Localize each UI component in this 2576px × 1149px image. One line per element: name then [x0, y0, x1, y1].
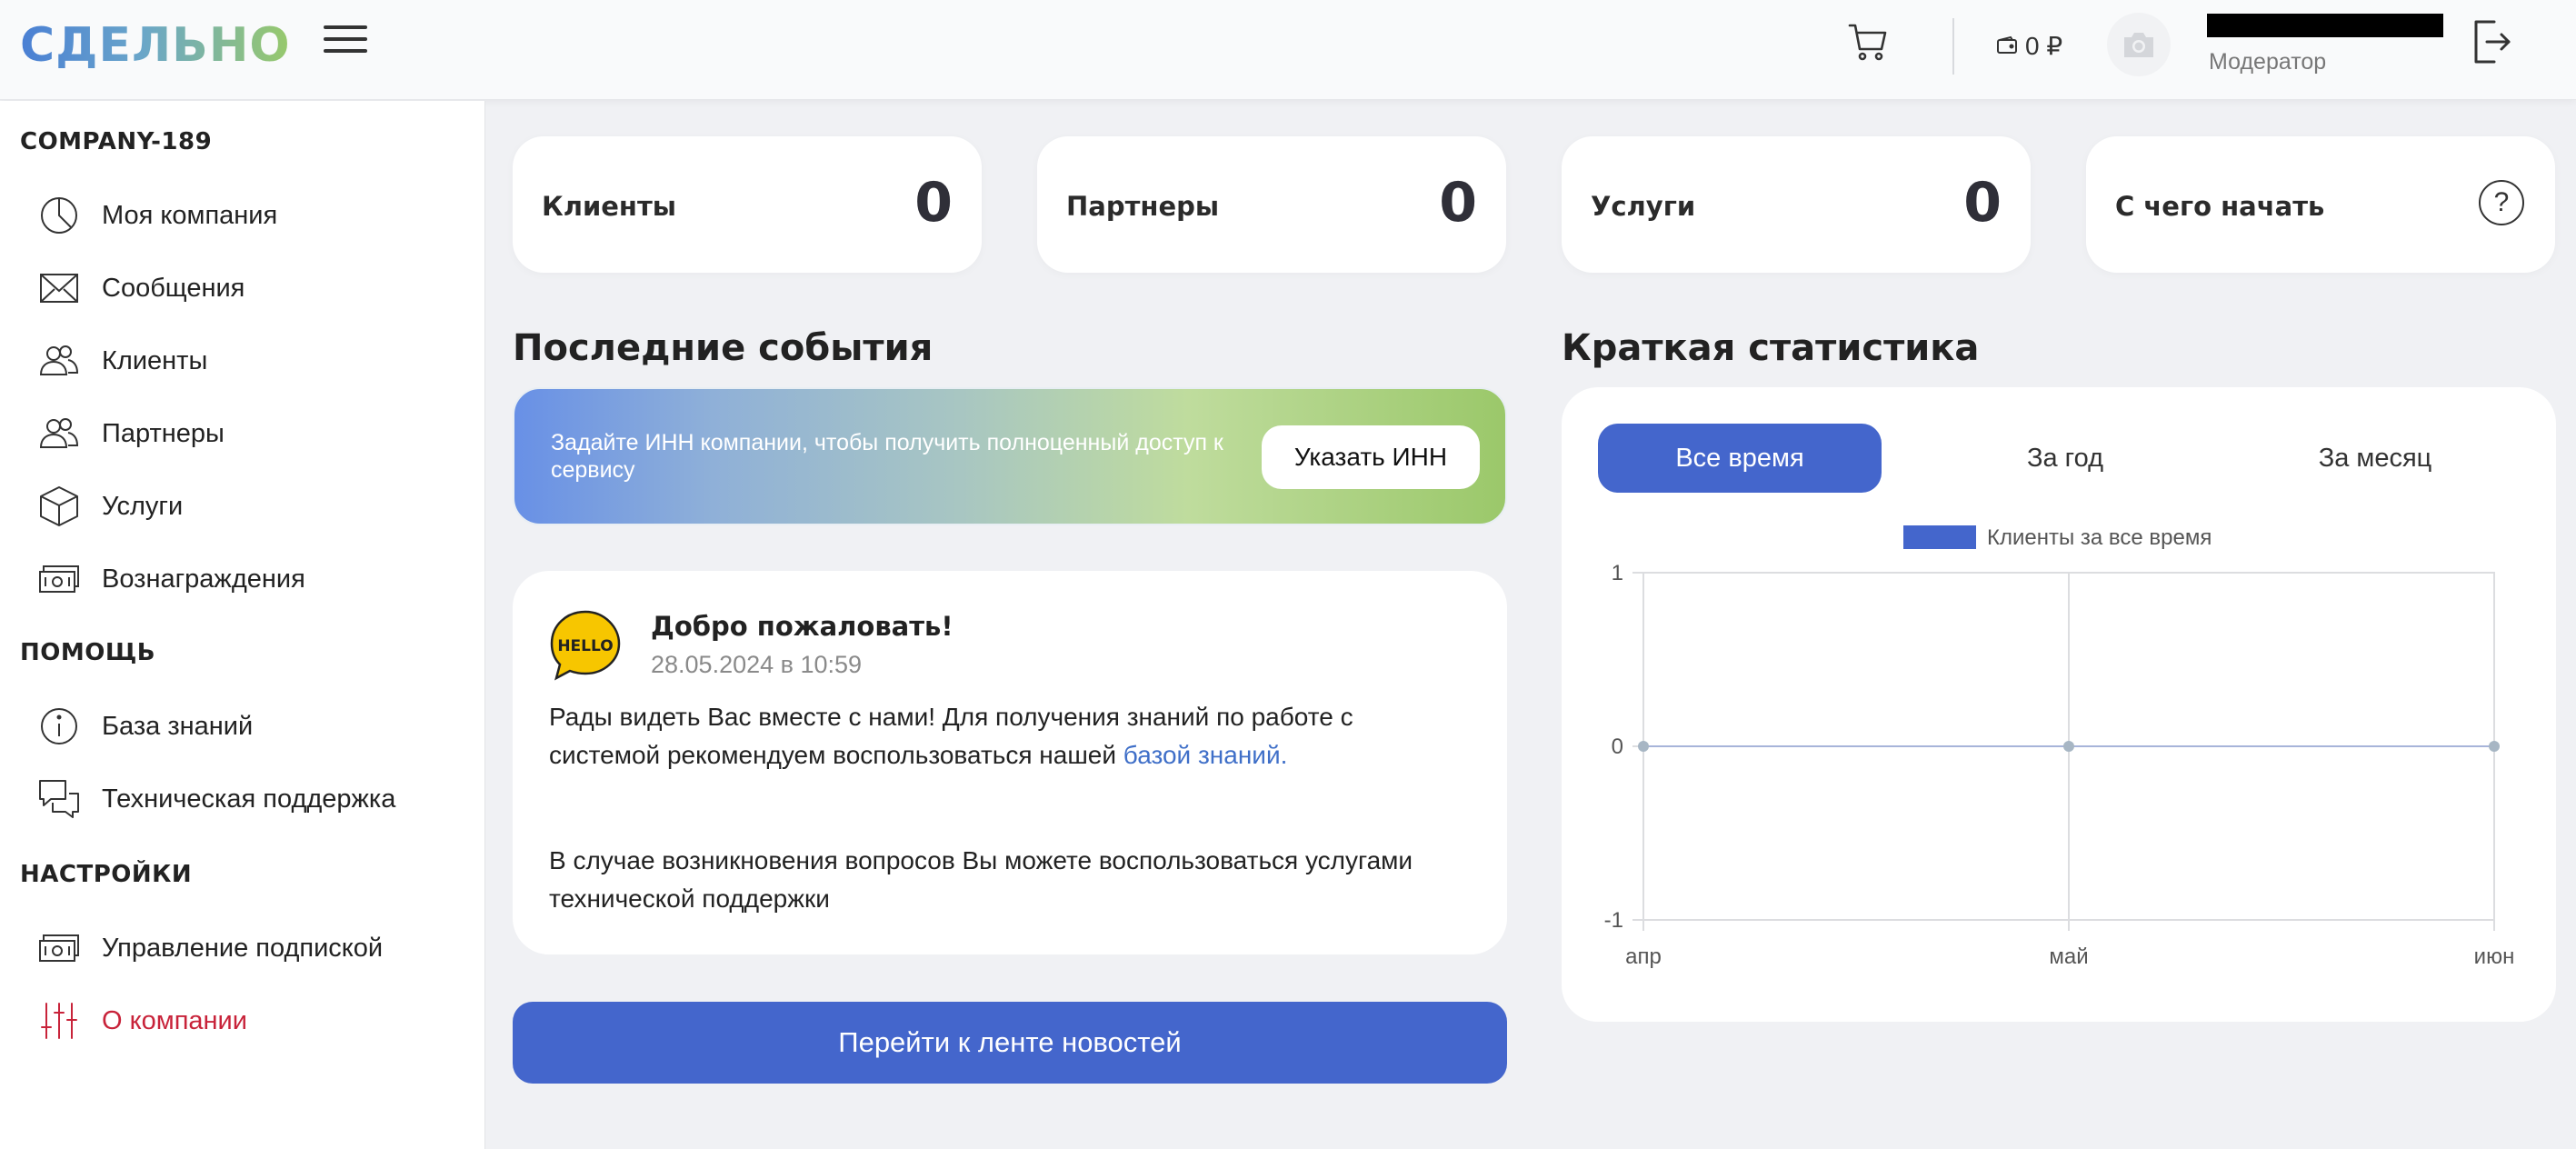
knowledge-base-link[interactable]: базой знаний.	[1123, 741, 1288, 769]
x-tick-label: апр	[1625, 944, 1662, 969]
users-icon	[36, 339, 82, 383]
sidebar-item-label: Партнеры	[102, 418, 225, 448]
camera-icon	[2124, 33, 2153, 57]
sidebar-item-label: Управление подпиской	[102, 933, 384, 963]
svg-text:HELLO: HELLO	[557, 637, 613, 655]
tab-month[interactable]: За месяц	[2231, 424, 2520, 493]
stat-card-services[interactable]: Услуги 0	[1562, 136, 2031, 273]
logo[interactable]: СДЕЛЬНО	[20, 18, 291, 73]
cart-icon[interactable]	[1847, 20, 1891, 64]
stat-label: С чего начать	[2115, 191, 2325, 222]
box-icon	[36, 485, 82, 528]
y-tick-label: -1	[1604, 908, 1623, 933]
clients-chart: 1 0 -1апр май июн Клиенты за все время	[1604, 525, 2515, 969]
sidebar-item-knowledge-base[interactable]: База знаний	[36, 701, 464, 752]
welcome-paragraph: Рады видеть Вас вместе с нами! Для получ…	[549, 698, 1458, 774]
sliders-icon	[36, 999, 82, 1043]
welcome-date: 28.05.2024 в 10:59	[651, 651, 863, 678]
stat-card-partners[interactable]: Партнеры 0	[1037, 136, 1506, 273]
x-tick-label: май	[2049, 944, 2088, 969]
logout-icon[interactable]	[2471, 18, 2512, 65]
chat-icon	[36, 777, 82, 821]
users-icon	[36, 412, 82, 455]
sidebar-item-about-company[interactable]: О компании	[36, 995, 464, 1046]
stat-value: 0	[1963, 171, 2002, 235]
balance-value: 0 ₽	[2025, 31, 2063, 60]
hello-icon: HELLO	[549, 609, 622, 682]
y-tick-label: 1	[1612, 561, 1623, 585]
info-icon	[36, 704, 82, 748]
balance[interactable]: 0 ₽	[1996, 27, 2062, 64]
menu-toggle-icon[interactable]	[324, 25, 367, 58]
banknote-icon	[36, 557, 82, 601]
legend-swatch	[1903, 525, 1976, 549]
user-name-redacted	[2207, 14, 2443, 37]
stat-label: Услуги	[1591, 191, 1696, 222]
sidebar-item-my-company[interactable]: Моя компания	[36, 190, 464, 241]
statistics-title: Краткая статистика	[1562, 327, 1980, 369]
sidebar-settings-title: НАСТРОЙКИ	[20, 861, 193, 888]
logo-text: СДЕЛЬНО	[20, 18, 291, 73]
pie-chart-icon	[36, 194, 82, 237]
sidebar-item-label: Техническая поддержка	[102, 784, 396, 814]
data-point	[1638, 741, 1649, 752]
sidebar-item-messages[interactable]: Сообщения	[36, 263, 464, 314]
sidebar-item-partners[interactable]: Партнеры	[36, 408, 464, 459]
sidebar-item-label: О компании	[102, 1005, 247, 1035]
stat-value: 0	[914, 171, 953, 235]
y-tick-label: 0	[1612, 734, 1623, 759]
sidebar-item-label: База знаний	[102, 711, 254, 741]
stat-card-getting-started[interactable]: С чего начать ?	[2086, 136, 2555, 273]
sidebar-item-label: Услуги	[102, 491, 184, 521]
stat-label: Клиенты	[542, 191, 677, 222]
sidebar-item-subscription[interactable]: Управление подпиской	[36, 923, 464, 974]
stat-value: 0	[1439, 171, 1477, 235]
sidebar-item-tech-support[interactable]: Техническая поддержка	[36, 774, 464, 824]
welcome-event-card: HELLO Добро пожаловать! 28.05.2024 в 10:…	[513, 571, 1507, 954]
sidebar-help-title: ПОМОЩЬ	[20, 639, 156, 666]
avatar[interactable]	[2107, 13, 2171, 76]
tab-year[interactable]: За год	[1911, 424, 2220, 493]
question-icon[interactable]: ?	[2479, 180, 2524, 225]
header-divider	[1952, 18, 1954, 75]
support-paragraph: В случае возникновения вопросов Вы может…	[549, 846, 1413, 913]
data-point	[2489, 741, 2500, 752]
legend-label: Клиенты за все время	[1987, 525, 2212, 550]
wallet-icon	[1997, 35, 2017, 54]
sidebar-item-label: Сообщения	[102, 273, 245, 303]
tab-all-time[interactable]: Все время	[1598, 424, 1882, 493]
news-feed-button[interactable]: Перейти к ленте новостей	[513, 1002, 1507, 1084]
stat-card-clients[interactable]: Клиенты 0	[513, 136, 982, 273]
sidebar-item-label: Клиенты	[102, 345, 208, 375]
sidebar-item-clients[interactable]: Клиенты	[36, 335, 464, 386]
x-tick-label: июн	[2474, 944, 2515, 969]
welcome-title: Добро пожаловать!	[651, 611, 954, 642]
sidebar: COMPANY-189 Моя компания Сообщения Клиен…	[0, 101, 485, 1149]
data-point	[2063, 741, 2074, 752]
envelope-icon	[36, 266, 82, 310]
inn-banner-text: Задайте ИНН компании, чтобы получить пол…	[551, 430, 1223, 483]
sidebar-company-title: COMPANY-189	[20, 128, 213, 155]
events-title: Последние события	[513, 327, 934, 369]
banknote-icon	[36, 926, 82, 970]
user-role: Модератор	[2209, 49, 2327, 75]
stat-label: Партнеры	[1066, 191, 1220, 222]
sidebar-item-rewards[interactable]: Вознаграждения	[36, 554, 464, 604]
set-inn-button[interactable]: Указать ИНН	[1262, 425, 1480, 489]
inn-banner: Задайте ИНН компании, чтобы получить пол…	[513, 387, 1507, 525]
sidebar-item-services[interactable]: Услуги	[36, 481, 464, 532]
sidebar-item-label: Моя компания	[102, 200, 278, 230]
sidebar-item-label: Вознаграждения	[102, 564, 305, 594]
statistics-card: Все время За год За месяц 1 0 -1 апр май июн К…	[1562, 387, 2556, 1022]
top-header: СДЕЛЬНО 0 ₽ Модератор	[0, 0, 2576, 100]
